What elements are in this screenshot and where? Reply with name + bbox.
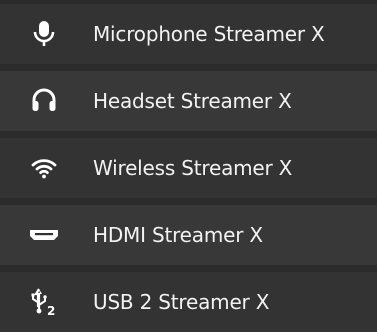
menu-item-wireless[interactable]: Wireless Streamer X (0, 138, 377, 198)
menu-item-microphone[interactable]: Microphone Streamer X (0, 4, 377, 64)
usb-icon: 2 (26, 272, 62, 332)
headset-icon (26, 71, 62, 131)
streamer-menu: Microphone Streamer X Headset Streamer X… (0, 0, 377, 332)
menu-item-headset[interactable]: Headset Streamer X (0, 71, 377, 131)
menu-item-label: Headset Streamer X (93, 89, 292, 113)
menu-item-hdmi[interactable]: HDMI Streamer X (0, 205, 377, 265)
menu-item-label: Microphone Streamer X (93, 22, 325, 46)
menu-item-label: USB 2 Streamer X (93, 290, 270, 314)
wifi-icon (26, 138, 62, 198)
microphone-icon (26, 4, 62, 64)
menu-item-usb[interactable]: 2 USB 2 Streamer X (0, 272, 377, 332)
svg-text:2: 2 (47, 304, 55, 317)
menu-item-label: HDMI Streamer X (93, 223, 263, 247)
hdmi-icon (26, 205, 62, 265)
menu-item-label: Wireless Streamer X (93, 156, 293, 180)
